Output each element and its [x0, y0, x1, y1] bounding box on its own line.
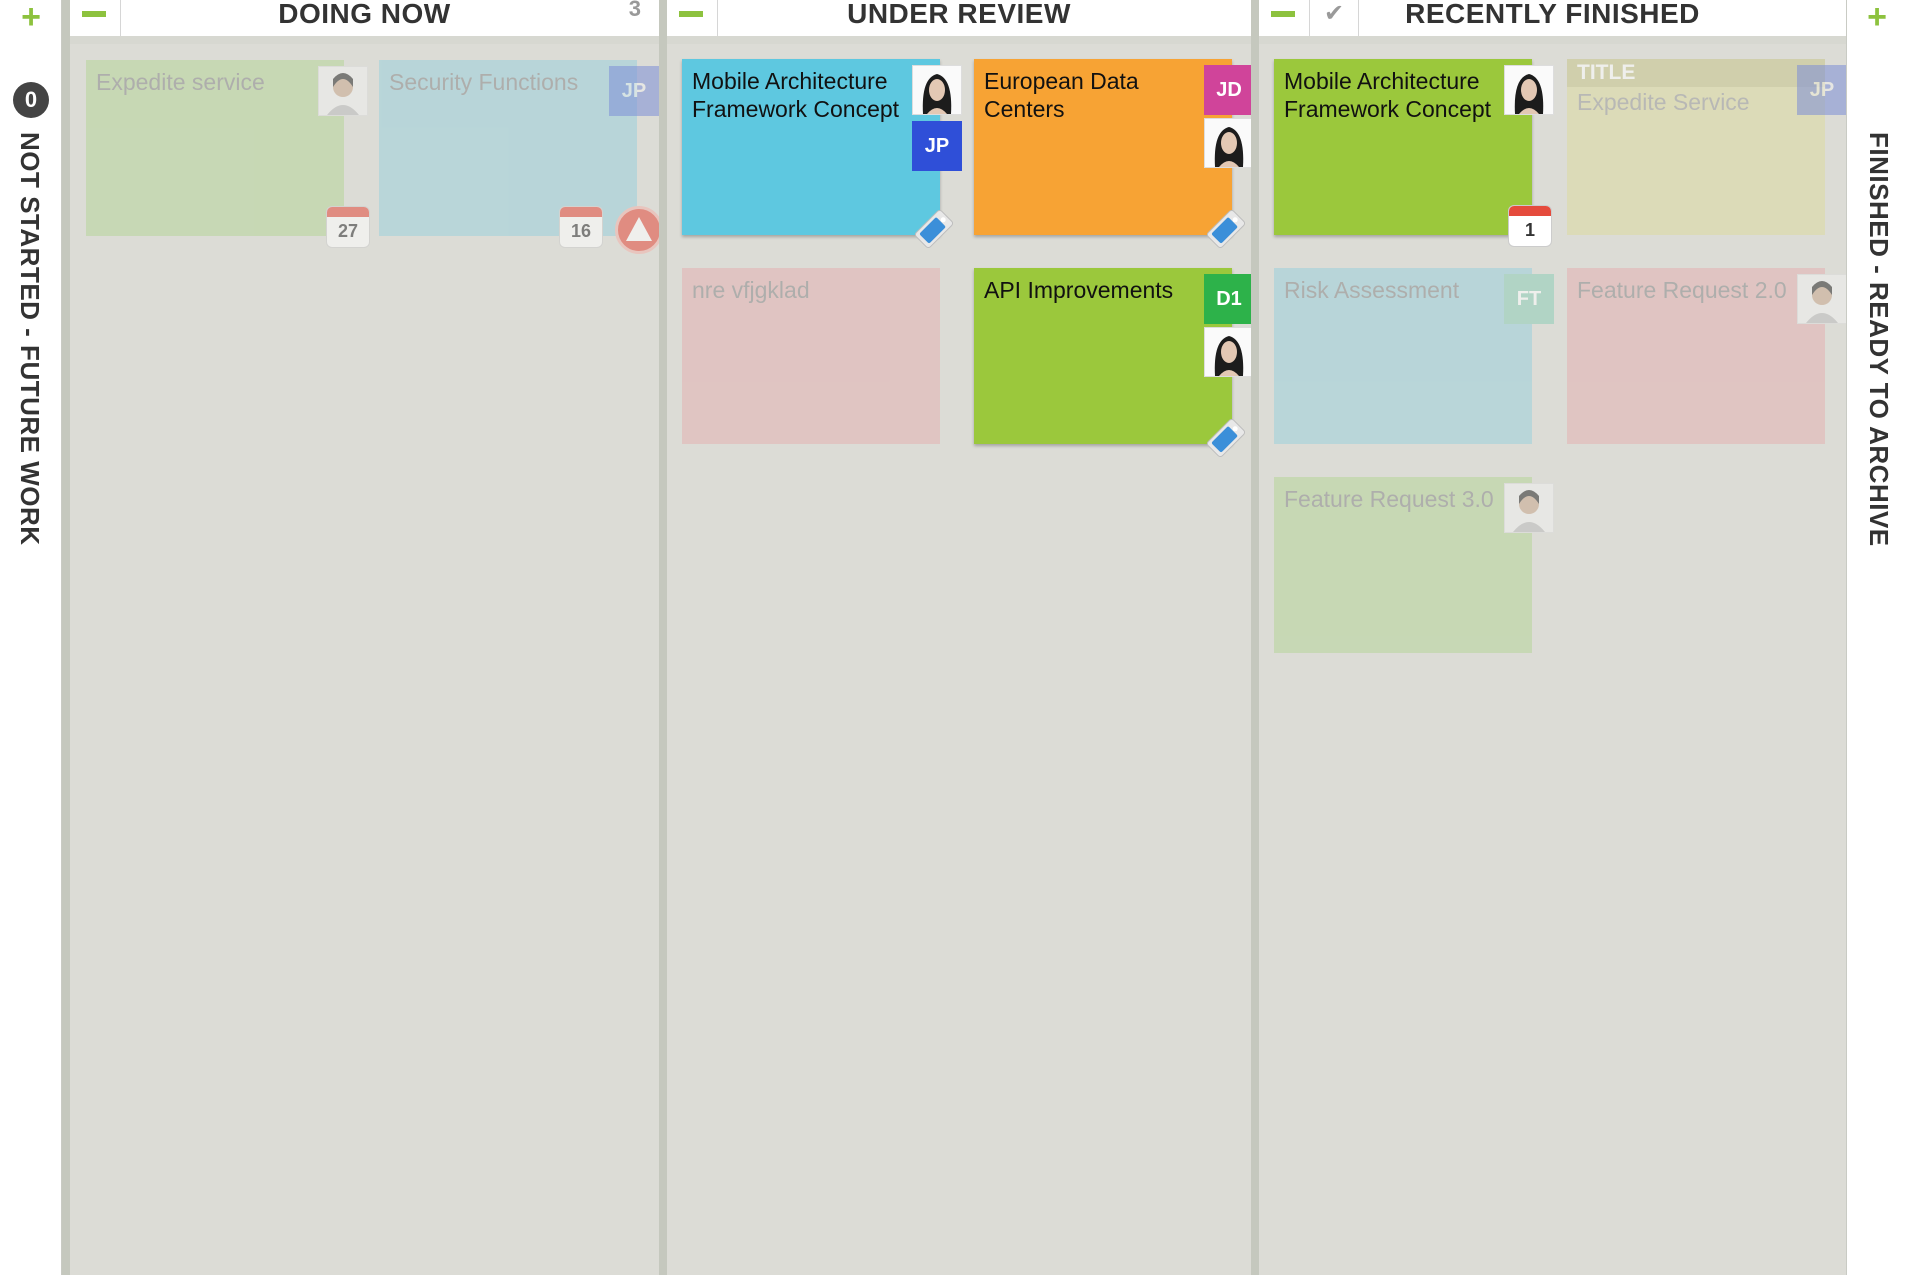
card-title: European Data Centers: [984, 68, 1139, 122]
card-title: nre vfjgklad: [692, 277, 810, 303]
tag-icon[interactable]: [910, 205, 958, 253]
card-title: Mobile Architecture Framework Concept: [1284, 68, 1492, 122]
card-nre-vfjgklad[interactable]: nre vfjgklad: [682, 268, 940, 444]
add-card-plus-icon[interactable]: +: [1864, 0, 1890, 34]
card-european-data-centers[interactable]: European Data Centers JD: [974, 59, 1254, 249]
assignee-initials[interactable]: FT: [1504, 274, 1554, 324]
card-mobile-architecture[interactable]: Mobile Architecture Framework Concept JP: [682, 59, 962, 249]
assignee-avatar[interactable]: [1204, 118, 1254, 168]
lane-recently-finished: ✔ RECENTLY FINISHED Mobile Architecture …: [1259, 0, 1847, 1275]
assignee-initials[interactable]: JP: [912, 121, 962, 171]
lane-under-review: UNDER REVIEW Mobile Architecture Framewo…: [667, 0, 1254, 1275]
card-security-functions[interactable]: Security Functions JP 16: [379, 60, 663, 254]
card-title: Mobile Architecture Framework Concept: [692, 68, 900, 122]
card-label: TITLE: [1577, 61, 1636, 84]
assignee-initials[interactable]: JP: [609, 66, 659, 116]
lane-title-under-review: UNDER REVIEW: [847, 0, 1071, 29]
card-mobile-architecture-finished[interactable]: Mobile Architecture Framework Concept 1: [1274, 59, 1554, 247]
assignee-avatar[interactable]: [1504, 65, 1554, 115]
lane-header-separator: [70, 36, 659, 44]
card-api-improvements[interactable]: API Improvements D1: [974, 268, 1254, 458]
assignee-avatar[interactable]: [912, 65, 962, 115]
card-feature-request-3[interactable]: Feature Request 3.0: [1274, 477, 1554, 653]
finished-archive-column: + FINISHED - READY TO ARCHIVE: [1846, 0, 1906, 1275]
lane-wip-count: 3: [628, 0, 641, 21]
column-divider: [1251, 0, 1259, 1275]
lane-title-recently-finished: RECENTLY FINISHED: [1405, 0, 1700, 29]
lane-header-recently-finished: ✔ RECENTLY FINISHED: [1259, 0, 1846, 37]
due-date-calendar-icon[interactable]: 27: [326, 206, 370, 248]
not-started-column-label: NOT STARTED - FUTURE WORK: [15, 132, 45, 546]
due-date-calendar-icon[interactable]: 16: [559, 206, 603, 248]
blocked-warning-icon[interactable]: [615, 206, 663, 254]
due-date-day: 16: [570, 221, 592, 241]
lane-doing-now: DOING NOW 3 Expedite service 27 Security…: [70, 0, 663, 1275]
not-started-column: + 0 NOT STARTED - FUTURE WORK: [0, 0, 62, 1275]
card-title: Expedite Service: [1577, 89, 1750, 115]
assignee-initials[interactable]: D1: [1204, 274, 1254, 324]
card-title: Feature Request 2.0: [1577, 277, 1787, 303]
not-started-count-badge: 0: [13, 82, 49, 118]
tag-icon[interactable]: [1202, 205, 1250, 253]
card-risk-assessment[interactable]: Risk Assessment FT: [1274, 268, 1554, 444]
due-date-day: 1: [1524, 220, 1535, 240]
assignee-initials[interactable]: JD: [1204, 65, 1254, 115]
due-date-day: 27: [337, 221, 359, 241]
column-divider: [659, 0, 667, 1275]
card-title: Security Functions: [389, 69, 579, 95]
card-expedite-service-finished[interactable]: TITLE Expedite Service JP: [1567, 59, 1847, 235]
card-title: Feature Request 3.0: [1284, 486, 1494, 512]
lane-title-doing-now: DOING NOW: [278, 0, 451, 29]
assignee-avatar[interactable]: [1204, 327, 1254, 377]
add-card-plus-icon[interactable]: +: [18, 0, 44, 34]
assignee-avatar[interactable]: [1504, 483, 1554, 533]
assignee-initials[interactable]: JP: [1797, 65, 1847, 115]
lane-header-separator: [667, 36, 1251, 44]
finished-archive-column-label: FINISHED - READY TO ARCHIVE: [1864, 132, 1894, 547]
card-expedite-service[interactable]: Expedite service 27: [86, 60, 370, 248]
lane-header-separator: [1259, 36, 1846, 44]
card-feature-request-2[interactable]: Feature Request 2.0: [1567, 268, 1847, 444]
lane-header-under-review: UNDER REVIEW: [667, 0, 1251, 37]
tag-icon[interactable]: [1202, 414, 1250, 462]
assignee-avatar[interactable]: [1797, 274, 1847, 324]
assignee-avatar[interactable]: [318, 66, 368, 116]
card-title: Risk Assessment: [1284, 277, 1460, 303]
column-divider: [62, 0, 70, 1275]
due-date-calendar-icon[interactable]: 1: [1508, 205, 1552, 247]
lane-header-doing-now: DOING NOW 3: [70, 0, 659, 37]
card-title: API Improvements: [984, 277, 1174, 303]
card-title: Expedite service: [96, 69, 265, 95]
